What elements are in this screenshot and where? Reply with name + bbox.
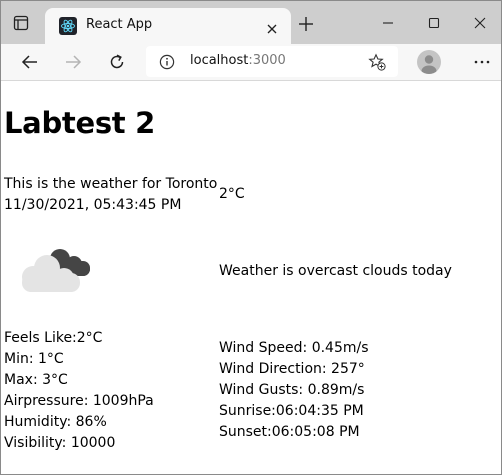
profile-avatar-icon[interactable] — [417, 50, 441, 74]
reload-icon[interactable] — [108, 53, 126, 71]
site-info-icon[interactable] — [159, 54, 175, 70]
tab-actions-icon[interactable] — [13, 15, 29, 31]
browser-tab[interactable]: React App — [45, 8, 291, 44]
browser-window: React App localhost:3000 Labtest 2 This … — [0, 0, 502, 475]
weather-description: Weather is overcast clouds today — [219, 263, 452, 279]
wind-direction-text: Wind Direction: 257° — [219, 361, 365, 377]
tab-title: React App — [86, 17, 153, 32]
visibility-text: Visibility: 10000 — [4, 435, 116, 451]
temperature-text: 2°C — [219, 186, 245, 202]
minimize-icon[interactable] — [379, 14, 397, 32]
humidity-text: Humidity: 86% — [4, 414, 107, 430]
close-tab-icon[interactable] — [266, 20, 278, 34]
close-window-icon[interactable] — [471, 14, 489, 32]
add-favorite-icon[interactable] — [368, 53, 386, 71]
new-tab-icon[interactable] — [298, 16, 314, 32]
page-title: Labtest 2 — [4, 106, 156, 140]
wind-speed-text: Wind Speed: 0.45m/s — [219, 340, 369, 356]
react-logo-icon — [59, 17, 77, 35]
sunrise-text: Sunrise:06:04:35 PM — [219, 403, 364, 419]
max-temp-text: Max: 3°C — [4, 372, 68, 388]
min-temp-text: Min: 1°C — [4, 351, 64, 367]
feels-like-text: Feels Like:2°C — [4, 330, 103, 346]
back-arrow-icon[interactable] — [21, 53, 39, 71]
url-host: localhost — [190, 53, 249, 68]
url-port: :3000 — [248, 53, 286, 68]
url-text[interactable]: localhost:3000 — [190, 53, 286, 68]
forward-arrow-icon[interactable] — [64, 53, 82, 71]
address-bar[interactable]: localhost:3000 — [146, 46, 398, 77]
air-pressure-text: Airpressure: 1009hPa — [4, 393, 154, 409]
wind-gusts-text: Wind Gusts: 0.89m/s — [219, 382, 365, 398]
maximize-icon[interactable] — [425, 14, 443, 32]
more-menu-icon[interactable] — [473, 53, 491, 71]
overcast-clouds-icon — [19, 244, 93, 292]
sunset-text: Sunset:06:05:08 PM — [219, 424, 360, 440]
weather-date-text: 11/30/2021, 05:43:45 PM — [4, 197, 182, 213]
browser-toolbar: localhost:3000 — [1, 44, 501, 81]
weather-city-text: This is the weather for Toronto — [4, 176, 218, 192]
title-bar: React App — [1, 1, 501, 44]
page-content: Labtest 2 This is the weather for Toront… — [1, 82, 501, 474]
